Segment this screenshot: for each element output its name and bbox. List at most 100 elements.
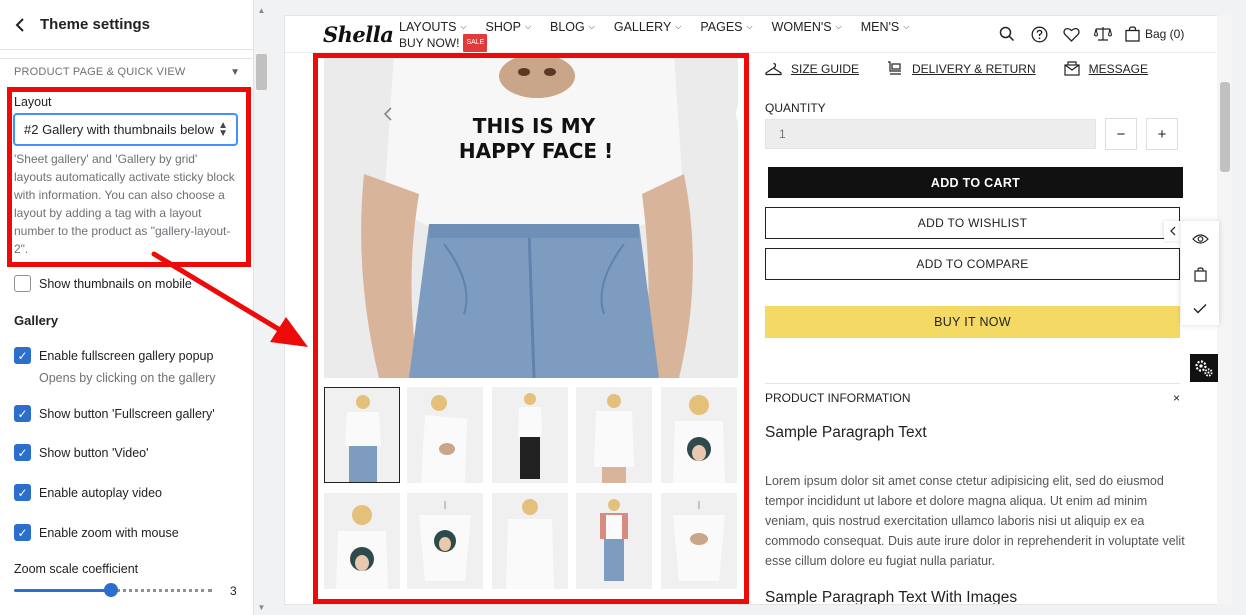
fullscreen-button-checkbox[interactable]: ✓ Show button 'Fullscreen gallery': [14, 405, 215, 422]
nav-womens[interactable]: WOMEN'S ⌵: [772, 19, 842, 35]
delivery-return-link[interactable]: DELIVERY & RETURN: [887, 61, 1036, 76]
quantity-input[interactable]: 1: [765, 119, 1096, 149]
checkbox-unchecked-icon: [14, 275, 31, 292]
divider: [765, 383, 1180, 384]
checkmark-icon: ✓: [14, 444, 31, 461]
slider-track: [110, 589, 212, 592]
hanger-icon: [765, 62, 782, 75]
section-title: PRODUCT PAGE & QUICK VIEW: [14, 66, 186, 78]
settings-scrollbar-thumb[interactable]: [256, 54, 267, 90]
paragraph-title: Sample Paragraph Text: [765, 424, 927, 441]
nav-label: MEN'S: [860, 20, 900, 34]
product-information-title: PRODUCT INFORMATION: [765, 391, 911, 405]
main-nav: LAYOUTS ⌵ SHOP ⌵ BLOG ⌵ GALLERY ⌵ PAGES ⌵ WOM…: [399, 19, 959, 52]
checkbox-label: Show button 'Video': [39, 445, 149, 460]
caret-down-icon: ▼: [230, 66, 240, 78]
bag-icon[interactable]: [1190, 264, 1210, 284]
checkmark-icon: ✓: [14, 347, 31, 364]
checkbox-label: Show button 'Fullscreen gallery': [39, 406, 215, 421]
link-label: MESSAGE: [1088, 61, 1148, 76]
zoom-scale-value: 3: [230, 584, 237, 598]
chevron-down-icon: ⌵: [746, 22, 753, 31]
nav-label: SHOP: [485, 20, 521, 34]
quantity-label: QUANTITY: [765, 101, 826, 115]
settings-header: Theme settings: [0, 0, 253, 50]
nav-label: LAYOUTS: [399, 20, 457, 34]
help-icon[interactable]: [1023, 24, 1055, 44]
nav-label: WOMEN'S: [771, 20, 832, 34]
nav-shop[interactable]: SHOP ⌵: [486, 19, 532, 35]
close-icon[interactable]: ×: [1173, 391, 1180, 405]
nav-pages[interactable]: PAGES ⌵: [700, 19, 752, 35]
scroll-down-icon[interactable]: ▼: [256, 603, 267, 613]
store-logo[interactable]: Shella: [323, 22, 394, 47]
chevron-down-icon: ⌵: [588, 22, 595, 31]
chevron-down-icon: ⌵: [675, 22, 682, 31]
gears-settings-button[interactable]: [1190, 354, 1218, 382]
header-icons: Bag (0): [991, 24, 1184, 44]
slider-thumb[interactable]: [104, 583, 118, 597]
link-label: DELIVERY & RETURN: [912, 61, 1036, 76]
section-divider: [0, 58, 253, 59]
gears-icon: [1195, 360, 1213, 377]
compare-scale-icon[interactable]: [1087, 24, 1119, 44]
bag-icon: [1125, 26, 1140, 42]
checkmark-icon: ✓: [14, 405, 31, 422]
checkbox-label: Enable zoom with mouse: [39, 525, 179, 540]
store-header: Shella LAYOUTS ⌵ SHOP ⌵ BLOG ⌵ GALLERY ⌵ PAG…: [285, 16, 1231, 53]
chevron-down-icon: ⌵: [903, 22, 910, 31]
fullscreen-popup-help: Opens by clicking on the gallery: [39, 371, 216, 385]
add-to-compare-button[interactable]: ADD TO COMPARE: [765, 248, 1180, 280]
checkmark-icon: ✓: [14, 484, 31, 501]
search-icon[interactable]: [991, 24, 1023, 44]
zoom-mouse-checkbox[interactable]: ✓ Enable zoom with mouse: [14, 524, 179, 541]
nav-layouts[interactable]: LAYOUTS ⌵: [399, 19, 467, 35]
nav-gallery[interactable]: GALLERY ⌵: [614, 19, 682, 35]
zoom-scale-slider[interactable]: [14, 583, 212, 597]
paragraph-title-images: Sample Paragraph Text With Images: [765, 589, 1018, 605]
nav-buy-now[interactable]: BUY NOW! SALE: [399, 34, 488, 52]
gallery-heading: Gallery: [14, 313, 59, 328]
sale-badge: SALE: [463, 34, 488, 52]
bag-count: Bag (0): [1145, 27, 1185, 41]
add-to-wishlist-button[interactable]: ADD TO WISHLIST: [765, 207, 1180, 239]
back-button[interactable]: [0, 0, 40, 50]
chevron-down-icon: ⌵: [524, 22, 532, 31]
chevron-down-icon: ⌵: [460, 22, 467, 31]
bag-button[interactable]: Bag (0): [1125, 26, 1184, 42]
size-guide-link[interactable]: SIZE GUIDE: [765, 62, 859, 76]
nav-label: PAGES: [700, 20, 743, 34]
annotation-arrow-icon: [151, 251, 308, 347]
section-header-product-page[interactable]: PRODUCT PAGE & QUICK VIEW ▼: [14, 66, 240, 78]
checkbox-label: Enable autoplay video: [39, 485, 163, 500]
nav-label: GALLERY: [613, 20, 672, 34]
slider-fill: [14, 589, 110, 592]
nav-blog[interactable]: BLOG ⌵: [550, 19, 595, 35]
autoplay-video-checkbox[interactable]: ✓ Enable autoplay video: [14, 484, 162, 501]
envelope-icon: [1064, 61, 1080, 76]
nav-label: BUY NOW!: [399, 36, 460, 50]
quantity-plus-button[interactable]: +: [1146, 118, 1178, 150]
product-information-header[interactable]: PRODUCT INFORMATION ×: [765, 391, 1180, 405]
heart-icon[interactable]: [1055, 24, 1087, 44]
preview-scrollbar-thumb[interactable]: [1220, 82, 1230, 172]
add-to-cart-button[interactable]: ADD TO CART: [768, 167, 1183, 198]
video-button-checkbox[interactable]: ✓ Show button 'Video': [14, 444, 149, 461]
checkmark-icon[interactable]: [1190, 298, 1210, 318]
quantity-minus-button[interactable]: −: [1105, 118, 1137, 150]
side-toolbar-toggle[interactable]: [1164, 221, 1182, 241]
checkmark-icon: ✓: [14, 524, 31, 541]
settings-title: Theme settings: [40, 16, 151, 33]
chevron-down-icon: ⌵: [835, 22, 842, 31]
link-label: SIZE GUIDE: [791, 61, 860, 76]
highlight-box-layout: [7, 87, 251, 267]
buy-it-now-button[interactable]: BUY IT NOW: [765, 306, 1180, 338]
delivery-icon: [888, 61, 902, 75]
eye-icon[interactable]: [1190, 229, 1210, 249]
scroll-up-icon[interactable]: ▲: [256, 6, 267, 16]
message-link[interactable]: MESSAGE: [1064, 61, 1148, 76]
paragraph-body: Lorem ipsum dolor sit amet conse ctetur …: [765, 474, 1185, 568]
nav-mens[interactable]: MEN'S ⌵: [861, 19, 910, 35]
zoom-scale-label: Zoom scale coefficient: [14, 562, 139, 576]
product-info-links: SIZE GUIDE DELIVERY & RETURN MESSAGE: [765, 61, 1176, 76]
